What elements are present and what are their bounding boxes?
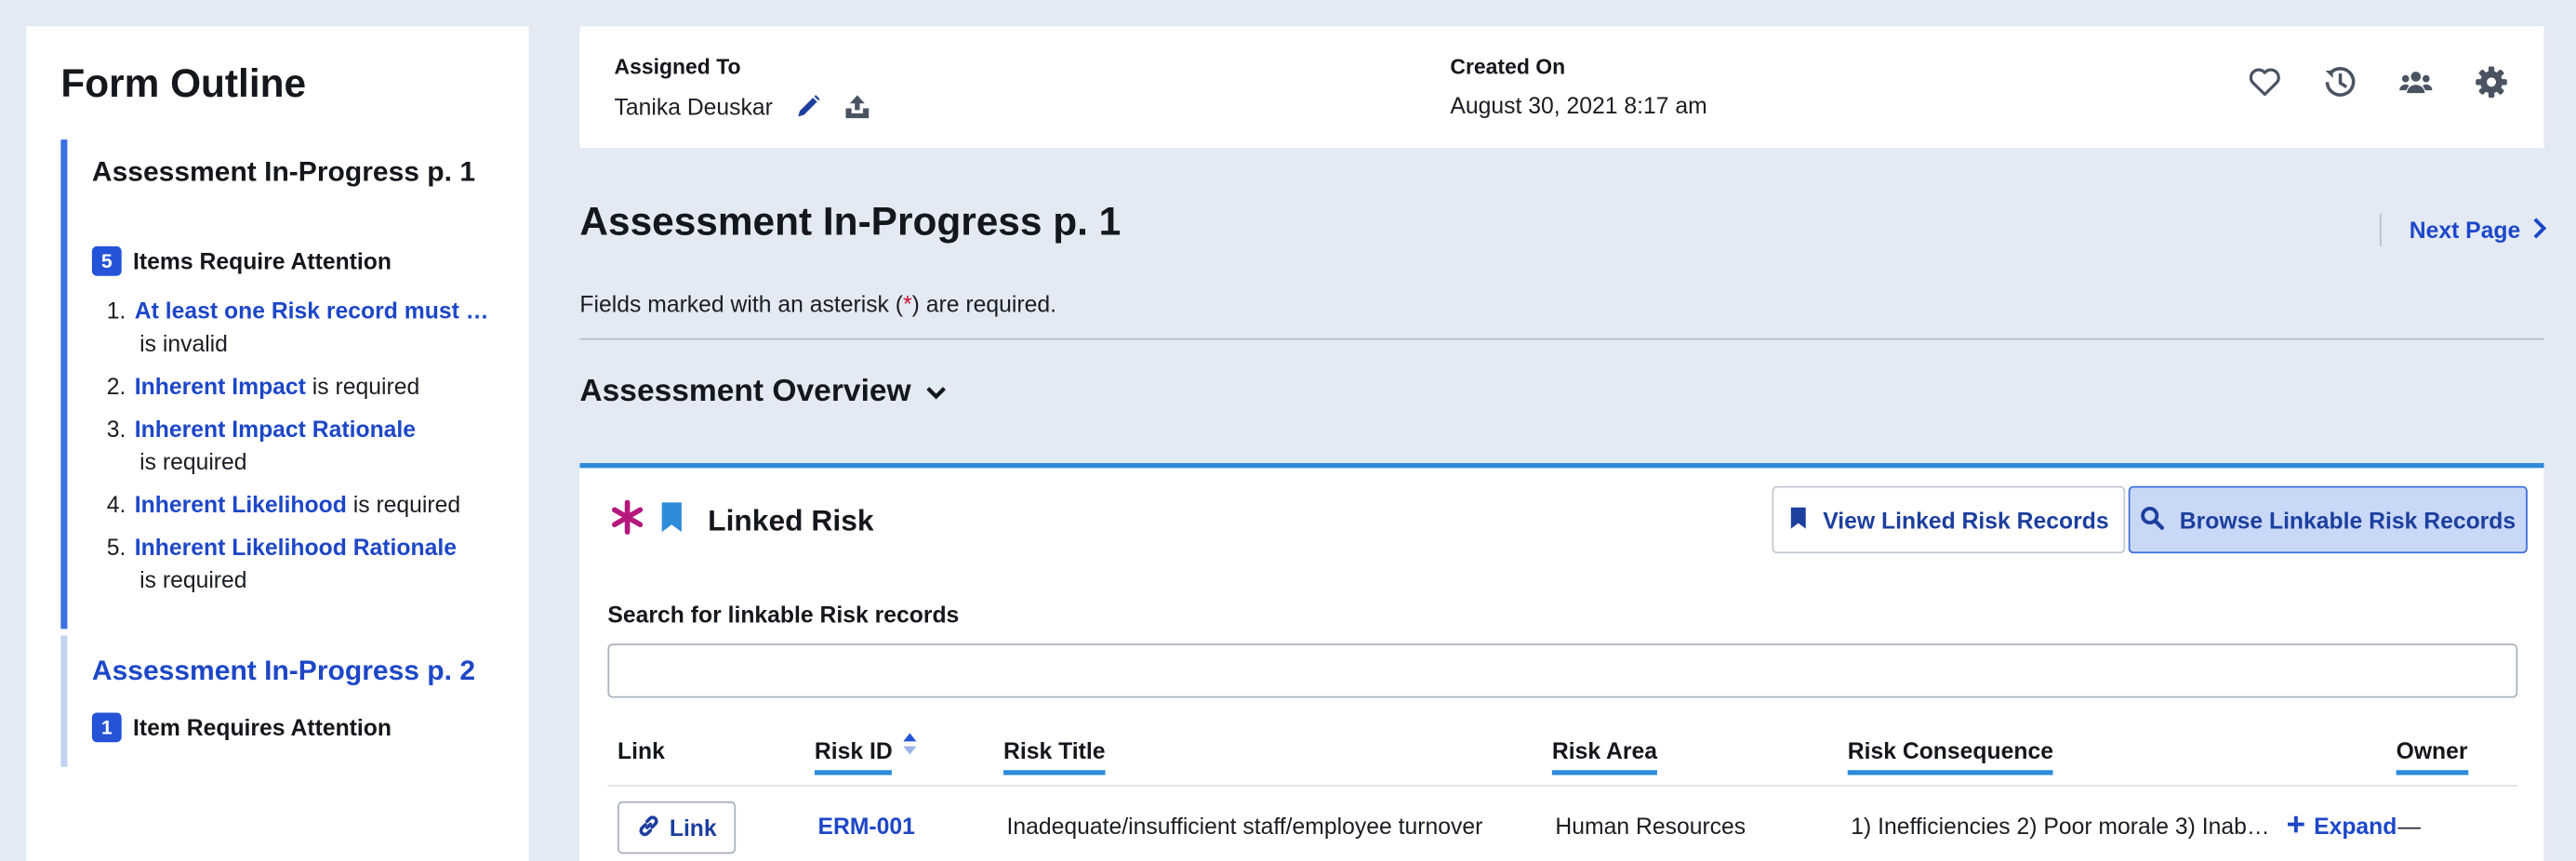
risk-consequence-text: 1) Inefficiencies 2) Poor morale 3) Inab… — [1851, 813, 2270, 840]
users-icon[interactable] — [2399, 66, 2433, 99]
required-note-suffix: ) are required. — [911, 290, 1056, 317]
risk-search-input[interactable] — [607, 643, 2518, 698]
next-page-link[interactable]: Next Page — [2379, 213, 2547, 246]
bookmark-icon — [658, 501, 684, 542]
heart-icon[interactable] — [2249, 66, 2281, 99]
column-header-risk-id-label: Risk ID — [814, 736, 893, 764]
column-header-link: Link — [617, 736, 665, 764]
issue-link[interactable]: Inherent Likelihood — [135, 491, 347, 517]
issue-item: 1. At least one Risk record must be li… … — [106, 294, 497, 360]
link-button-label: Link — [669, 814, 717, 841]
required-note-prefix: Fields marked with an asterisk ( — [579, 290, 904, 317]
bookmark-icon — [1788, 505, 1808, 535]
issue-number: 1. — [106, 297, 126, 324]
issue-item: 3. Inherent Impact Rationale is required — [107, 412, 495, 478]
required-fields-note: Fields marked with an asterisk (*) are r… — [579, 291, 1056, 317]
page-title: Assessment In-Progress p. 1 — [579, 200, 1122, 245]
upload-icon[interactable] — [842, 92, 871, 122]
record-header: Assigned To Tanika Deuskar Created On Au… — [579, 26, 2544, 148]
search-icon — [2140, 505, 2165, 535]
linked-risk-title: Linked Risk — [708, 504, 874, 537]
assigned-to-value-row: Tanika Deuskar — [614, 92, 870, 122]
issue-item: 4. Inherent Likelihood is required — [107, 488, 495, 521]
attention-count-badge: 1 — [91, 712, 122, 743]
browse-linkable-risk-records-label: Browse Linkable Risk Records — [2179, 506, 2516, 534]
column-header-owner[interactable]: Owner — [2396, 737, 2468, 775]
outline-section-title[interactable]: Assessment In-Progress p. 2 — [92, 656, 475, 688]
required-star-icon — [609, 499, 645, 544]
plus-icon — [2286, 813, 2305, 839]
outline-section-p2: Assessment In-Progress p. 2 1 Item Requi… — [60, 635, 496, 767]
outline-section-title[interactable]: Assessment In-Progress p. 1 — [92, 156, 475, 189]
outline-section-p1: Assessment In-Progress p. 1 5 Items Requ… — [60, 139, 496, 629]
link-icon — [637, 814, 660, 841]
next-page-label: Next Page — [2409, 217, 2521, 244]
issue-status: is required — [312, 372, 420, 400]
created-on-label: Created On — [1450, 54, 1566, 79]
issue-number: 5. — [106, 533, 126, 561]
sidebar-title: Form Outline — [60, 62, 307, 107]
issue-link[interactable]: Inherent Likelihood Rationale — [135, 530, 495, 563]
issue-number: 4. — [106, 491, 126, 518]
table-header-divider — [607, 785, 2518, 787]
attention-summary: 5 Items Require Attention — [91, 245, 392, 276]
linked-risk-card: Linked Risk View Linked Risk Records Bro… — [579, 463, 2544, 861]
issue-number: 3. — [106, 415, 126, 443]
risk-title-cell: Inadequate/insufficient staff/employee t… — [1006, 813, 1483, 840]
issue-link[interactable]: Inherent Impact Rationale — [135, 412, 495, 444]
issue-number: 2. — [106, 372, 126, 400]
link-button[interactable]: Link — [617, 801, 737, 854]
sort-icon[interactable] — [902, 731, 919, 762]
chevron-right-icon — [2530, 216, 2547, 244]
issue-link[interactable]: Inherent Impact — [135, 373, 306, 399]
view-linked-risk-records-label: View Linked Risk Records — [1823, 506, 2109, 534]
attention-label: Items Require Attention — [133, 247, 392, 274]
expand-button[interactable]: Expand — [2286, 813, 2397, 839]
issue-item: 2. Inherent Impact is required — [107, 369, 495, 402]
browse-linkable-risk-records-button[interactable]: Browse Linkable Risk Records — [2128, 485, 2528, 554]
column-header-risk-consequence[interactable]: Risk Consequence — [1847, 737, 2054, 775]
issues-list: 1. At least one Risk record must be li… … — [106, 294, 497, 606]
issue-status: is required — [352, 491, 461, 518]
chevron-down-icon — [924, 375, 948, 411]
attention-summary: 1 Item Requires Attention — [91, 712, 392, 743]
issue-status: is required — [139, 566, 247, 593]
search-label: Search for linkable Risk records — [607, 601, 960, 628]
assigned-to-label: Assigned To — [614, 54, 741, 79]
issue-link[interactable]: At least one Risk record must be li… — [135, 294, 497, 326]
pencil-icon[interactable] — [792, 92, 822, 122]
issue-status: is invalid — [139, 329, 228, 357]
column-header-risk-title[interactable]: Risk Title — [1003, 737, 1106, 775]
divider — [579, 338, 2544, 340]
risk-area-cell: Human Resources — [1555, 813, 1746, 840]
column-header-risk-id[interactable]: Risk ID — [814, 733, 917, 775]
risk-consequence-cell: 1) Inefficiencies 2) Poor morale 3) Inab… — [1851, 813, 2397, 839]
section-title: Assessment Overview — [579, 374, 911, 409]
linked-risk-header: Linked Risk — [609, 499, 874, 544]
risk-id-link[interactable]: ERM-001 — [817, 813, 914, 839]
view-linked-risk-records-button[interactable]: View Linked Risk Records — [1772, 485, 2126, 554]
created-on-value: August 30, 2021 8:17 am — [1450, 91, 1707, 119]
form-outline-sidebar: Form Outline Assessment In-Progress p. 1… — [26, 26, 529, 861]
issue-status: is required — [139, 448, 247, 475]
attention-count-badge: 5 — [91, 245, 122, 276]
history-icon[interactable] — [2324, 66, 2357, 99]
assessment-overview-toggle[interactable]: Assessment Overview — [579, 375, 947, 411]
expand-label: Expand — [2314, 813, 2397, 840]
issue-item: 5. Inherent Likelihood Rationale is requ… — [107, 530, 495, 596]
column-header-risk-area[interactable]: Risk Area — [1551, 737, 1658, 775]
gear-icon[interactable] — [2475, 66, 2507, 99]
assigned-to-value: Tanika Deuskar — [614, 93, 773, 120]
header-actions — [2249, 66, 2508, 99]
attention-label: Item Requires Attention — [133, 714, 392, 741]
owner-cell: — — [2397, 813, 2422, 840]
